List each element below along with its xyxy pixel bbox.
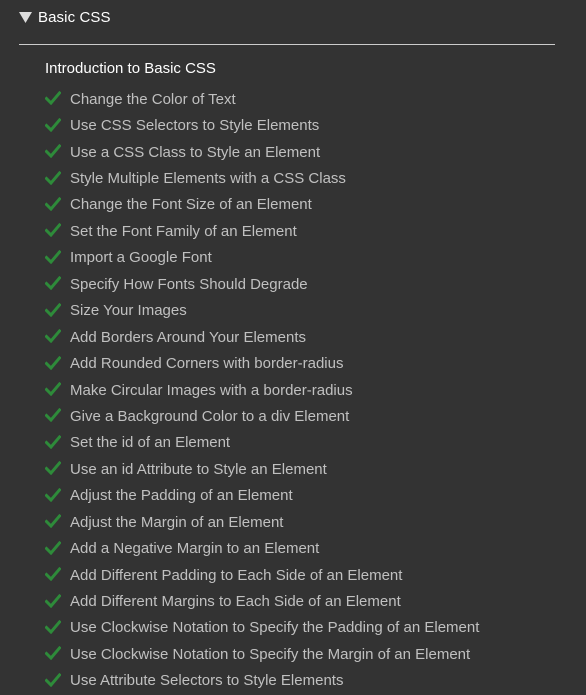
lesson-label: Use Clockwise Notation to Specify the Ma… bbox=[70, 645, 471, 663]
lesson-item[interactable]: Change the Font Size of an Element bbox=[45, 192, 479, 218]
checkmark-icon bbox=[45, 461, 61, 476]
checkmark-icon bbox=[45, 276, 61, 291]
lesson-label: Use an id Attribute to Style an Element bbox=[70, 460, 327, 478]
lesson-item[interactable]: Adjust the Margin of an Element bbox=[45, 509, 479, 535]
lesson-item[interactable]: Add Borders Around Your Elements bbox=[45, 324, 479, 350]
lesson-item[interactable]: Use an id Attribute to Style an Element bbox=[45, 456, 479, 482]
checkmark-icon bbox=[45, 487, 61, 502]
lesson-label: Use CSS Selectors to Style Elements bbox=[70, 117, 320, 135]
checkmark-icon bbox=[45, 117, 61, 132]
section-title: Basic CSS bbox=[38, 8, 111, 26]
lesson-label: Give a Background Color to a div Element bbox=[70, 407, 350, 425]
lesson-item[interactable]: Add Different Margins to Each Side of an… bbox=[45, 588, 479, 614]
lesson-label: Size Your Images bbox=[70, 302, 187, 320]
checkmark-icon bbox=[45, 170, 61, 185]
lesson-label: Adjust the Padding of an Element bbox=[70, 487, 293, 505]
section-header-basic-css[interactable]: Basic CSS bbox=[19, 7, 111, 27]
lesson-label: Style Multiple Elements with a CSS Class bbox=[70, 170, 346, 188]
lesson-label: Add a Negative Margin to an Element bbox=[70, 540, 320, 558]
lesson-item[interactable]: Use CSS Selectors to Style Elements bbox=[45, 112, 479, 138]
lesson-label: Specify How Fonts Should Degrade bbox=[70, 275, 308, 293]
lesson-item[interactable]: Change the Color of Text bbox=[45, 86, 479, 112]
lesson-item[interactable]: Add Different Padding to Each Side of an… bbox=[45, 562, 479, 588]
lesson-label: Adjust the Margin of an Element bbox=[70, 513, 284, 531]
lesson-item[interactable]: Add Rounded Corners with border-radius bbox=[45, 350, 479, 376]
checkmark-icon bbox=[45, 434, 61, 449]
lesson-item[interactable]: Specify How Fonts Should Degrade bbox=[45, 271, 479, 297]
checkmark-icon bbox=[45, 382, 61, 397]
lesson-label: Import a Google Font bbox=[70, 249, 212, 267]
checkmark-icon bbox=[45, 223, 61, 238]
lesson-item[interactable]: Use Attribute Selectors to Style Element… bbox=[45, 668, 479, 694]
lesson-item[interactable]: Use Clockwise Notation to Specify the Pa… bbox=[45, 615, 479, 641]
checkmark-icon bbox=[45, 329, 61, 344]
lesson-label: Add Rounded Corners with border-radius bbox=[70, 355, 344, 373]
checkmark-icon bbox=[45, 302, 61, 317]
lesson-item[interactable]: Adjust the Padding of an Element bbox=[45, 483, 479, 509]
checkmark-icon bbox=[45, 646, 61, 661]
lesson-item[interactable]: Use Clockwise Notation to Specify the Ma… bbox=[45, 641, 479, 667]
lesson-item[interactable]: Set the Font Family of an Element bbox=[45, 218, 479, 244]
lesson-label: Add Different Padding to Each Side of an… bbox=[70, 566, 403, 584]
checkmark-icon bbox=[45, 540, 61, 555]
intro-link[interactable]: Introduction to Basic CSS bbox=[45, 59, 216, 79]
lesson-label: Add Borders Around Your Elements bbox=[70, 328, 306, 346]
checkmark-icon bbox=[45, 249, 61, 264]
checkmark-icon bbox=[45, 619, 61, 634]
lesson-item[interactable]: Make Circular Images with a border-radiu… bbox=[45, 377, 479, 403]
lesson-item[interactable]: Use a CSS Class to Style an Element bbox=[45, 139, 479, 165]
checkmark-icon bbox=[45, 672, 61, 687]
lesson-label: Change the Color of Text bbox=[70, 90, 236, 108]
lesson-label: Use Clockwise Notation to Specify the Pa… bbox=[70, 619, 480, 637]
lesson-list: Change the Color of Text Use CSS Selecto… bbox=[45, 86, 479, 694]
checkmark-icon bbox=[45, 144, 61, 159]
lesson-item[interactable]: Add a Negative Margin to an Element bbox=[45, 535, 479, 561]
checkmark-icon bbox=[45, 514, 61, 529]
lesson-item[interactable]: Give a Background Color to a div Element bbox=[45, 403, 479, 429]
lesson-item[interactable]: Set the id of an Element bbox=[45, 430, 479, 456]
lesson-label: Use Attribute Selectors to Style Element… bbox=[70, 672, 344, 690]
lesson-item[interactable]: Import a Google Font bbox=[45, 245, 479, 271]
triangle-down-icon bbox=[19, 11, 32, 24]
lesson-item[interactable]: Size Your Images bbox=[45, 298, 479, 324]
checkmark-icon bbox=[45, 567, 61, 582]
lesson-label: Set the id of an Element bbox=[70, 434, 231, 452]
lesson-label: Add Different Margins to Each Side of an… bbox=[70, 593, 401, 611]
checkmark-icon bbox=[45, 408, 61, 423]
checkmark-icon bbox=[45, 593, 61, 608]
lesson-label: Set the Font Family of an Element bbox=[70, 222, 297, 240]
checkmark-icon bbox=[45, 196, 61, 211]
lesson-label: Make Circular Images with a border-radiu… bbox=[70, 381, 353, 399]
checkmark-icon bbox=[45, 91, 61, 106]
lesson-label: Change the Font Size of an Element bbox=[70, 196, 312, 214]
checkmark-icon bbox=[45, 355, 61, 370]
section-divider bbox=[19, 44, 555, 45]
lesson-label: Use a CSS Class to Style an Element bbox=[70, 143, 321, 161]
lesson-item[interactable]: Style Multiple Elements with a CSS Class bbox=[45, 165, 479, 191]
